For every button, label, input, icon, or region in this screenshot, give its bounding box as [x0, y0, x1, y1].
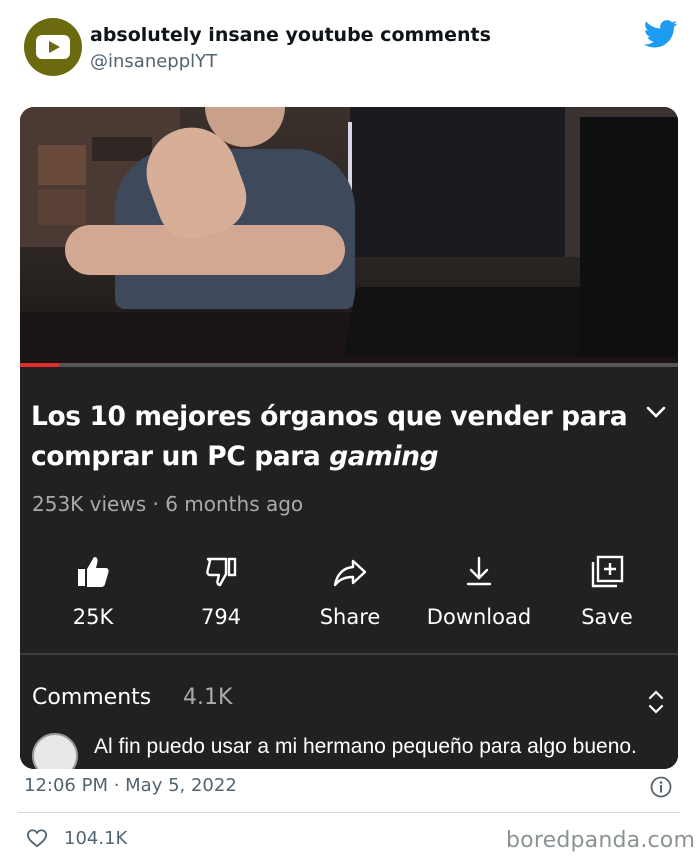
info-icon[interactable] — [650, 776, 672, 798]
comments-label: Comments — [32, 685, 152, 710]
dislike-button[interactable]: 794 — [161, 545, 281, 635]
comments-count: 4.1K — [183, 685, 233, 710]
like-count: 25K — [72, 605, 114, 629]
product-box — [38, 189, 86, 225]
watermark: boredpanda.com — [506, 828, 696, 853]
heart-icon[interactable] — [26, 828, 48, 848]
download-icon — [466, 556, 492, 586]
comments-section[interactable]: Comments 4.1K Al fin puedo usar a mi her… — [20, 655, 678, 769]
footer-divider — [18, 812, 680, 813]
download-button[interactable]: Download — [419, 545, 539, 635]
video-title-italic: gaming — [329, 441, 439, 472]
share-icon — [333, 559, 367, 587]
laptop-screen — [580, 117, 678, 357]
thumbs-down-icon — [206, 557, 237, 587]
tweet-media-image[interactable]: Los 10 mejores órganos que vender para c… — [20, 107, 678, 769]
video-thumbnail[interactable] — [20, 107, 678, 367]
commenter-avatar[interactable] — [32, 733, 78, 769]
product-box — [38, 145, 86, 185]
chevron-down-icon[interactable] — [645, 405, 667, 421]
expand-collapse-icon[interactable] — [646, 687, 666, 717]
tweet-like-count: 104.1K — [64, 828, 128, 849]
twitter-bird-icon[interactable] — [644, 20, 678, 48]
share-button[interactable]: Share — [290, 545, 410, 635]
share-label: Share — [319, 605, 381, 629]
save-button[interactable]: Save — [547, 545, 667, 635]
like-button[interactable]: 25K — [33, 545, 153, 635]
pc-tower — [350, 107, 565, 257]
save-label: Save — [581, 605, 633, 629]
youtube-logo-icon — [36, 35, 70, 59]
account-avatar[interactable] — [24, 18, 82, 76]
video-title[interactable]: Los 10 mejores órganos que vender para c… — [31, 397, 631, 477]
action-bar: 25K 794 Share Download Save — [20, 545, 678, 635]
display-name[interactable]: absolutely insane youtube comments — [90, 24, 491, 46]
top-comment-text: Al fin puedo usar a mi hermano pequeño p… — [94, 735, 637, 758]
thumbs-up-icon — [78, 557, 109, 587]
save-icon — [591, 555, 624, 588]
tweet-header: absolutely insane youtube comments @insa… — [0, 0, 700, 100]
dislike-count: 794 — [200, 605, 242, 629]
download-label: Download — [426, 605, 532, 629]
video-info-panel: Los 10 mejores órganos que vender para c… — [20, 367, 678, 769]
user-handle[interactable]: @insanepplYT — [90, 51, 217, 72]
tweet-timestamp[interactable]: 12:06 PM · May 5, 2022 — [24, 775, 237, 796]
laptop-keyboard — [343, 287, 607, 357]
video-meta: 253K views · 6 months ago — [32, 492, 304, 516]
